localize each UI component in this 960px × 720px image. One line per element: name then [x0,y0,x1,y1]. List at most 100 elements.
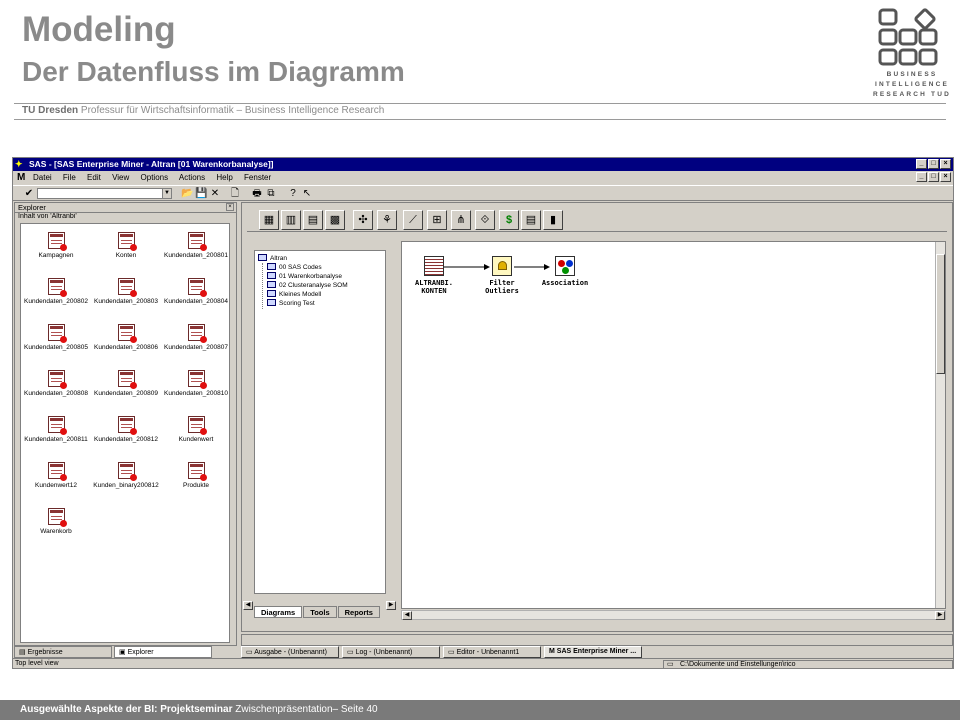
network-icon[interactable]: ⊞ [427,210,447,230]
dataset-item[interactable]: Kundenwert [161,416,231,443]
tree-item-diagram[interactable]: Scoring Test [267,299,315,307]
chart-icon[interactable]: ▮ [543,210,563,230]
regression-icon[interactable]: ⟋ [403,210,423,230]
node-data-source[interactable]: ALTRANBI. KONTEN [408,256,460,295]
data-partition-icon[interactable]: ▤ [303,210,323,230]
insight-icon[interactable]: ▩ [325,210,345,230]
open-folder-icon[interactable]: 📂 [181,188,193,200]
canvas-vscroll-thumb[interactable] [936,254,945,374]
menu-datei[interactable]: Datei [33,173,52,182]
tree-item-diagram[interactable]: 00 SAS Codes [267,263,322,271]
save-icon[interactable]: 💾 [195,188,207,200]
canvas-scroll-left-button[interactable]: ◀ [402,611,412,620]
dataset-item[interactable]: Kundendaten_200806 [91,324,161,351]
tree-tool-icon[interactable]: ⚘ [377,210,397,230]
dataset-item[interactable]: Kundendaten_200812 [91,416,161,443]
dataset-item[interactable]: Kundendaten_200809 [91,370,161,397]
dataset-item[interactable]: Kundendaten_200807 [161,324,231,351]
canvas-vertical-scrollbar[interactable] [935,242,945,608]
menu-options[interactable]: Options [141,173,169,182]
dataset-item[interactable]: Produkte [161,462,231,489]
tree-scroll-left-button[interactable]: ◀ [243,601,253,610]
canvas-scroll-right-button[interactable]: ▶ [935,611,945,620]
association-tool-icon[interactable]: ✣ [353,210,373,230]
task-ausgabe[interactable]: ▭ Ausgabe - (Unbenannt) [241,646,339,658]
data-table-icon [187,462,207,481]
task-enterprise-miner[interactable]: M SAS Enterprise Miner ... [544,646,642,658]
sas-app-icon[interactable]: ✦ [15,159,26,169]
checkmark-icon[interactable]: ✔ [23,188,35,200]
folder-path-icon: ▭ [667,661,674,668]
dataset-item[interactable]: Kundendaten_200808 [21,370,91,397]
dataset-item[interactable]: Kundendaten_200802 [21,278,91,305]
dataset-item[interactable]: Warenkorb [21,508,91,535]
node-tools-bar: ▦ ▥ ▤ ▩ ✣ ⚘ ⟋ ⊞ ⋔ ⟐ $ ▤ ▮ [247,207,947,232]
window-titlebar[interactable]: ✦ SAS - [SAS Enterprise Miner - Altran [… [13,158,953,171]
print-icon[interactable]: 🖶 [251,188,263,200]
assessment-icon[interactable]: $ [499,210,519,230]
new-document-icon[interactable]: 🗋 [229,188,241,200]
tree-item-diagram[interactable]: 02 Clusteranalyse SOM [267,281,348,289]
menu-help[interactable]: Help [216,173,232,182]
canvas-horizontal-scrollbar[interactable]: ◀ ▶ [401,610,946,620]
tree-item-diagram[interactable]: 01 Warenkorbanalyse [267,272,342,280]
menu-edit[interactable]: Edit [87,173,101,182]
dataset-item[interactable]: Kundendaten_200803 [91,278,161,305]
status-bar: Top level view ▭ C:\Dokumente und Einste… [13,658,953,669]
miner-logo-icon[interactable]: M [17,172,25,183]
command-input[interactable] [37,188,171,199]
menu-view[interactable]: View [112,173,129,182]
context-help-icon[interactable]: ↖ [301,188,313,200]
sampling-icon[interactable]: ▥ [281,210,301,230]
data-table-icon [117,232,137,251]
reporter-icon[interactable]: ▤ [521,210,541,230]
child-restore-button[interactable]: □ [928,172,939,182]
dataset-label: Kundendaten_200804 [164,298,228,305]
menu-actions[interactable]: Actions [179,173,205,182]
tree-scroll-right-button[interactable]: ▶ [386,601,396,610]
data-table-icon [117,278,137,297]
slide-subtitle: Der Datenfluss im Diagramm [22,56,405,87]
dataset-label: Kundenwert [178,436,214,443]
dataset-label: Kundendaten_200810 [164,390,228,397]
help-question-icon[interactable]: ? [287,188,299,200]
copy-icon[interactable]: ⧉ [265,188,277,200]
tree-root[interactable]: Altran [258,254,287,262]
dataset-item[interactable]: Kundendaten_200811 [21,416,91,443]
data-table-icon [187,370,207,389]
dataset-item[interactable]: Konten [91,232,161,259]
dataset-item[interactable]: Kunden_binary200812 [91,462,161,489]
tab-diagrams[interactable]: Diagrams [254,606,303,618]
menu-file[interactable]: File [63,173,76,182]
dataset-item[interactable]: Kundendaten_200804 [161,278,231,305]
dataset-item[interactable]: Kampagnen [21,232,91,259]
tab-explorer[interactable]: ▣ Explorer [114,646,212,658]
minimize-button[interactable]: _ [916,159,927,169]
dataset-item[interactable]: Kundendaten_200805 [21,324,91,351]
child-minimize-button[interactable]: _ [916,172,927,182]
tree-item-diagram[interactable]: Kleines Modell [267,290,321,298]
tab-reports[interactable]: Reports [337,606,380,618]
dataset-item[interactable]: Kundendaten_200801 [161,232,231,259]
diagram-canvas[interactable]: ALTRANBI. KONTEN Filter Outliers Associa… [401,241,946,609]
delete-x-icon[interactable]: ✕ [209,188,221,200]
close-button[interactable]: × [940,159,951,169]
clustering-icon[interactable]: ⋔ [451,210,471,230]
data-table-icon [47,324,67,343]
explorer-close-icon[interactable]: × [226,203,234,211]
dataset-item[interactable]: Kundenwert12 [21,462,91,489]
command-dropdown-button[interactable]: ▼ [162,188,172,199]
explorer-subheader: Inhalt von 'Altranbi' [18,213,77,220]
task-log[interactable]: ▭ Log - (Unbenannt) [342,646,440,658]
menu-fenster[interactable]: Fenster [244,173,271,182]
node-association[interactable]: Association [536,256,594,287]
child-close-button[interactable]: × [940,172,951,182]
tab-ergebnisse[interactable]: ▤ Ergebnisse [14,646,112,658]
tab-tools[interactable]: Tools [303,606,337,618]
score-icon[interactable]: ⟐ [475,210,495,230]
node-filter-outliers[interactable]: Filter Outliers [477,256,527,295]
task-editor[interactable]: ▭ Editor - Unbenannt1 [443,646,541,658]
dataset-item[interactable]: Kundendaten_200810 [161,370,231,397]
input-data-icon[interactable]: ▦ [259,210,279,230]
maximize-button[interactable]: □ [928,159,939,169]
